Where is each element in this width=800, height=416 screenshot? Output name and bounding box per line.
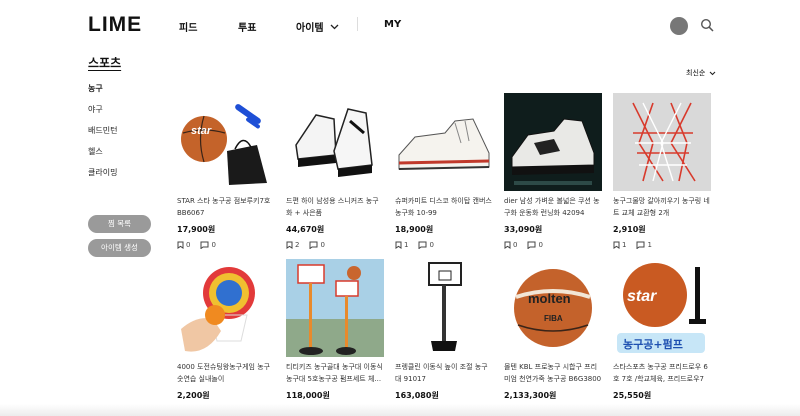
product-title: 프렝클린 이동식 높이 조절 농구대 91017 — [395, 363, 488, 383]
header: LIME 피드 투표 아이템 MY — [0, 0, 800, 52]
product-image — [504, 93, 602, 191]
product-title: 티티키즈 농구골대 농구대 이동식 농구대 5호농구공 펌프세트 체... — [286, 363, 383, 383]
logo[interactable]: LIME — [88, 13, 142, 37]
product-title: STAR 스타 농구공 점보루키7호 BB6067 — [177, 197, 271, 217]
product-price: 18,900원 — [395, 225, 434, 234]
product-price: 118,000원 — [286, 391, 330, 400]
bookmark-icon[interactable] — [286, 241, 293, 249]
product-meta: 0 0 — [177, 241, 275, 249]
product-price: 44,670원 — [286, 225, 325, 234]
product-image — [177, 259, 275, 357]
product-card[interactable]: 4000 도전슈팅왕농구게임 농구 숫연습 실내놀이 2,200원 1 0 — [177, 259, 275, 415]
product-card[interactable]: star STAR 스타 농구공 점보루키7호 BB6067 17,900원 0… — [177, 93, 275, 249]
product-image: star 농구공+펌프 — [613, 259, 711, 357]
product-meta: 2 0 — [286, 241, 384, 249]
product-image — [395, 259, 493, 357]
product-meta: 0 0 — [504, 241, 602, 249]
product-card[interactable]: 슈퍼카미트 디스코 하이탑 캔버스 농구화 10-99 18,900원 1 0 — [395, 93, 493, 249]
nav-item[interactable]: 아이템 — [296, 19, 339, 34]
product-image — [286, 93, 384, 191]
product-meta: 1 0 — [395, 241, 493, 249]
category-list: 농구 야구 배드민턴 헬스 클라이밍 — [88, 83, 117, 188]
product-title: 슈퍼카미트 디스코 하이탑 캔버스 농구화 10-99 — [395, 197, 492, 217]
bookmark-count: 1 — [404, 241, 409, 249]
product-image — [286, 259, 384, 357]
bookmark-icon[interactable] — [177, 241, 184, 249]
product-image — [395, 93, 493, 191]
category-item-baseball[interactable]: 야구 — [88, 104, 117, 125]
comment-icon[interactable] — [636, 241, 645, 249]
image-text-star: star — [191, 125, 212, 137]
comment-icon[interactable] — [527, 241, 536, 249]
product-card[interactable]: 드편 하이 남성용 스니커즈 농구화 + 사은품 44,670원 2 0 — [286, 93, 384, 249]
product-image: molten FIBA — [504, 259, 602, 357]
product-card[interactable]: 프렝클린 이동식 높이 조절 농구대 91017 163,080원 1 0 — [395, 259, 493, 415]
avatar[interactable] — [670, 17, 688, 35]
category-item-badminton[interactable]: 배드민턴 — [88, 125, 117, 146]
product-card[interactable]: 티티키즈 농구골대 농구대 이동식 농구대 5호농구공 펌프세트 체... 11… — [286, 259, 384, 415]
nav-item-label: 아이템 — [296, 23, 324, 34]
comment-count: 0 — [538, 241, 543, 249]
bookmark-count: 1 — [622, 241, 627, 249]
product-image — [613, 93, 711, 191]
comment-icon[interactable] — [200, 241, 209, 249]
chevron-down-icon — [709, 71, 716, 75]
comment-count: 1 — [647, 241, 652, 249]
wishlist-button[interactable]: 찜 목록 — [88, 215, 151, 233]
product-price: 2,910원 — [613, 225, 646, 234]
product-image: star — [177, 93, 275, 191]
product-price: 2,200원 — [177, 391, 210, 400]
product-card[interactable]: molten FIBA 몰텐 KBL 프로농구 시합구 프리미엄 천연가죽 농구… — [504, 259, 602, 415]
nav-vote[interactable]: 투표 — [238, 19, 256, 34]
product-meta: 1 1 — [613, 241, 711, 249]
bookmark-icon[interactable] — [395, 241, 402, 249]
category-item-fitness[interactable]: 헬스 — [88, 146, 117, 167]
product-price: 17,900원 — [177, 225, 216, 234]
image-text-fiba: FIBA — [544, 314, 563, 323]
product-price: 33,090원 — [504, 225, 543, 234]
product-title: 몰텐 KBL 프로농구 시합구 프리미엄 천연가죽 농구공 B6G3800 — [504, 363, 602, 383]
bookmark-count: 2 — [295, 241, 300, 249]
image-text-pump-banner: 농구공+펌프 — [623, 337, 683, 351]
comment-count: 0 — [211, 241, 216, 249]
product-card[interactable]: 농구그물망 갈아끼우기 농구링 네트 교체 교환형 2개 2,910원 1 1 — [613, 93, 711, 249]
nav-feed[interactable]: 피드 — [179, 19, 197, 34]
product-card[interactable]: star 농구공+펌프 스타스포츠 농구공 프리드로우 6호 7호 /학교체육,… — [613, 259, 711, 415]
comment-count: 0 — [320, 241, 325, 249]
create-item-button[interactable]: 아이템 생성 — [88, 239, 151, 257]
comment-icon[interactable] — [418, 241, 427, 249]
category-title: 스포츠 — [88, 56, 122, 70]
image-text-star: star — [627, 288, 657, 305]
bookmark-count: 0 — [186, 241, 191, 249]
category-item-basketball[interactable]: 농구 — [88, 83, 117, 104]
product-price: 2,133,300원 — [504, 391, 557, 400]
nav-divider — [357, 17, 358, 31]
product-price: 25,550원 — [613, 391, 652, 400]
product-title: 4000 도전슈팅왕농구게임 농구 숫연습 실내놀이 — [177, 363, 271, 383]
nav-my[interactable]: MY — [384, 19, 401, 30]
sort-label: 최신순 — [686, 69, 706, 77]
bookmark-icon[interactable] — [504, 241, 511, 249]
bookmark-count: 0 — [513, 241, 518, 249]
product-price: 163,080원 — [395, 391, 439, 400]
product-card[interactable]: dier 남성 가벼운 볼넓은 쿠션 농구화 운동화 런닝화 42094 33,… — [504, 93, 602, 249]
product-title: dier 남성 가벼운 볼넓은 쿠션 농구화 운동화 런닝화 42094 — [504, 197, 600, 217]
sort-dropdown[interactable]: 최신순 — [686, 68, 716, 78]
search-icon[interactable] — [700, 18, 714, 32]
image-text-molten: molten — [528, 291, 571, 306]
product-title: 스타스포츠 농구공 프리드로우 6호 7호 /학교체육, 프리드로우7 ... — [613, 363, 708, 383]
product-title: 드편 하이 남성용 스니커즈 농구화 + 사은품 — [286, 197, 379, 217]
bottom-shadow — [0, 404, 800, 416]
bookmark-icon[interactable] — [613, 241, 620, 249]
category-item-climbing[interactable]: 클라이밍 — [88, 167, 117, 188]
chevron-down-icon — [330, 24, 339, 29]
comment-icon[interactable] — [309, 241, 318, 249]
comment-count: 0 — [429, 241, 434, 249]
product-title: 농구그물망 갈아끼우기 농구링 네트 교체 교환형 2개 — [613, 197, 710, 217]
